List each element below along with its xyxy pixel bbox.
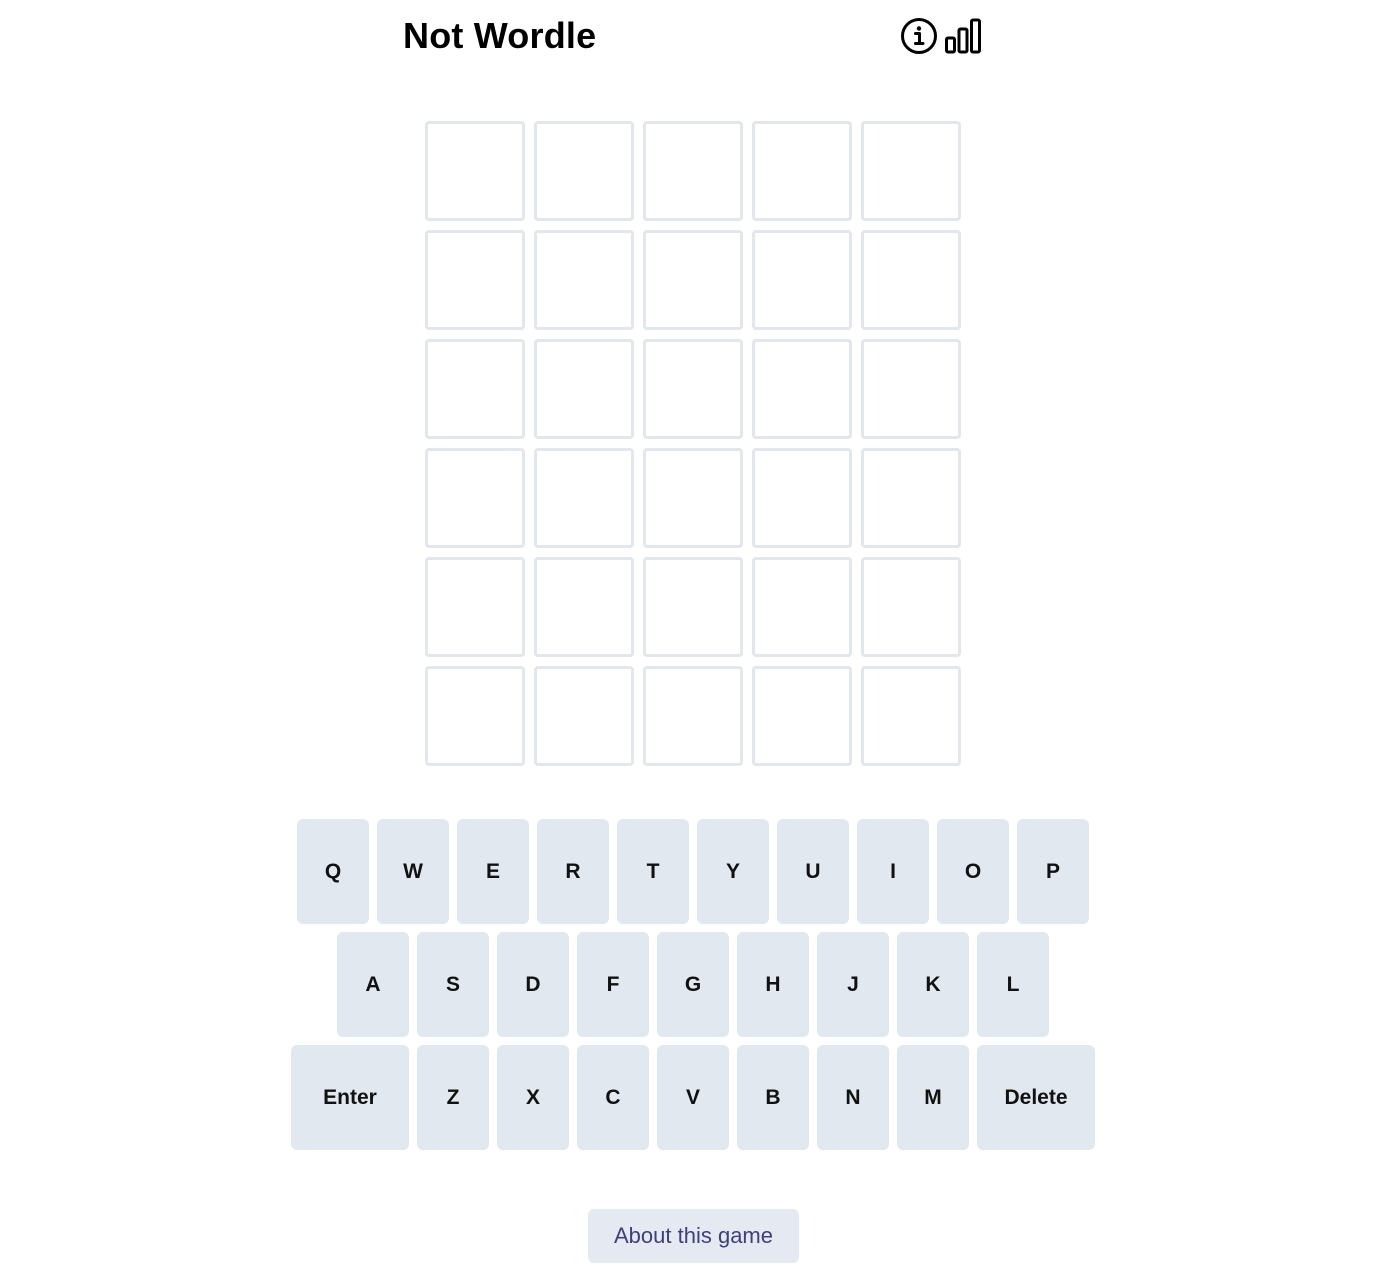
board-tile — [534, 121, 634, 221]
key-k[interactable]: K — [897, 932, 969, 1037]
board-tile — [752, 121, 852, 221]
board-tile — [534, 666, 634, 766]
key-o[interactable]: O — [937, 819, 1009, 924]
board-tile — [752, 557, 852, 657]
key-e[interactable]: E — [457, 819, 529, 924]
key-w[interactable]: W — [377, 819, 449, 924]
board-tile — [425, 666, 525, 766]
board-tile — [534, 339, 634, 439]
board-tile — [752, 230, 852, 330]
board-tile — [643, 339, 743, 439]
game-board — [425, 121, 961, 766]
delete-key[interactable]: Delete — [977, 1045, 1095, 1150]
key-a[interactable]: A — [337, 932, 409, 1037]
key-u[interactable]: U — [777, 819, 849, 924]
board-tile — [752, 448, 852, 548]
key-j[interactable]: J — [817, 932, 889, 1037]
key-x[interactable]: X — [497, 1045, 569, 1150]
header-icons — [900, 17, 982, 55]
key-d[interactable]: D — [497, 932, 569, 1037]
board-tile — [643, 121, 743, 221]
board-tile — [534, 557, 634, 657]
board-tile — [425, 121, 525, 221]
key-t[interactable]: T — [617, 819, 689, 924]
board-tile — [643, 666, 743, 766]
key-i[interactable]: I — [857, 819, 929, 924]
enter-key[interactable]: Enter — [291, 1045, 409, 1150]
key-s[interactable]: S — [417, 932, 489, 1037]
board-tile — [425, 230, 525, 330]
key-n[interactable]: N — [817, 1045, 889, 1150]
page-title: Not Wordle — [403, 15, 597, 56]
board-tile — [534, 448, 634, 548]
board-tile — [861, 339, 961, 439]
stats-chart-icon[interactable] — [944, 17, 982, 55]
board-tile — [752, 339, 852, 439]
board-tile — [861, 448, 961, 548]
board-tile — [425, 339, 525, 439]
key-y[interactable]: Y — [697, 819, 769, 924]
board-tile — [861, 557, 961, 657]
key-l[interactable]: L — [977, 932, 1049, 1037]
about-game-button[interactable]: About this game — [588, 1209, 799, 1263]
board-tile — [643, 557, 743, 657]
key-b[interactable]: B — [737, 1045, 809, 1150]
board-tile — [425, 448, 525, 548]
key-z[interactable]: Z — [417, 1045, 489, 1150]
board-tile — [752, 666, 852, 766]
board-tile — [425, 557, 525, 657]
info-icon[interactable] — [900, 17, 938, 55]
key-r[interactable]: R — [537, 819, 609, 924]
key-g[interactable]: G — [657, 932, 729, 1037]
board-tile — [861, 666, 961, 766]
board-tile — [643, 448, 743, 548]
key-q[interactable]: Q — [297, 819, 369, 924]
keyboard-row-1: Q W E R T Y U I O P — [297, 819, 1089, 924]
board-tile — [861, 121, 961, 221]
key-f[interactable]: F — [577, 932, 649, 1037]
board-tile — [643, 230, 743, 330]
board-tile — [534, 230, 634, 330]
board-tile — [861, 230, 961, 330]
key-v[interactable]: V — [657, 1045, 729, 1150]
keyboard-row-2: A S D F G H J K L — [337, 932, 1049, 1037]
key-c[interactable]: C — [577, 1045, 649, 1150]
key-m[interactable]: M — [897, 1045, 969, 1150]
key-h[interactable]: H — [737, 932, 809, 1037]
key-p[interactable]: P — [1017, 819, 1089, 924]
keyboard-row-3: Enter Z X C V B N M Delete — [291, 1045, 1095, 1150]
